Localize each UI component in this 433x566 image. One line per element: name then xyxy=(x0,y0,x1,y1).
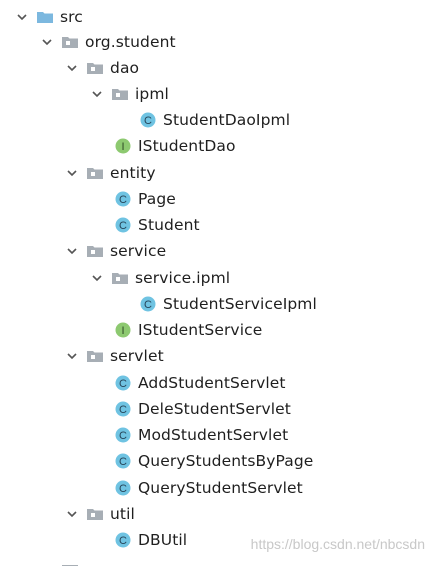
tree-item-label: DBUtil xyxy=(138,531,188,549)
svg-text:I: I xyxy=(121,325,124,337)
package-icon xyxy=(86,59,104,77)
svg-text:C: C xyxy=(119,456,127,468)
tree-item-ipml[interactable]: ipml xyxy=(0,81,433,107)
tree-item-modstudentservlet[interactable]: C ModStudentServlet xyxy=(0,422,433,448)
svg-text:C: C xyxy=(119,430,127,442)
chevron-down-icon[interactable] xyxy=(89,270,105,286)
package-icon xyxy=(61,33,79,51)
package-icon xyxy=(86,242,104,260)
class-icon: C xyxy=(114,400,132,418)
svg-text:C: C xyxy=(119,378,127,390)
svg-text:C: C xyxy=(119,535,127,547)
chevron-down-icon[interactable] xyxy=(89,86,105,102)
tree-item-addstudentservlet[interactable]: C AddStudentServlet xyxy=(0,370,433,396)
tree-item-cutoff xyxy=(32,556,112,566)
tree-item-querystudentservlet[interactable]: C QueryStudentServlet xyxy=(0,475,433,501)
tree-item-label: service xyxy=(110,242,167,260)
interface-icon: I xyxy=(114,321,132,339)
tree-item-label: DeleStudentServlet xyxy=(138,400,291,418)
class-icon: C xyxy=(139,111,157,129)
class-icon: C xyxy=(114,452,132,470)
package-icon xyxy=(111,85,129,103)
tree-item-student[interactable]: C Student xyxy=(0,212,433,238)
tree-item-label: entity xyxy=(110,164,156,182)
tree-item-page[interactable]: C Page xyxy=(0,186,433,212)
class-icon: C xyxy=(114,190,132,208)
svg-text:C: C xyxy=(119,404,127,416)
svg-text:C: C xyxy=(119,194,127,206)
tree-item-util[interactable]: util xyxy=(0,501,433,527)
tree-item-src[interactable]: src xyxy=(0,4,433,30)
tree-item-label: servlet xyxy=(110,347,164,365)
class-icon: C xyxy=(114,479,132,497)
package-icon xyxy=(86,347,104,365)
project-tree: src org.student dao ipml C StudentDaoIpm… xyxy=(0,0,433,566)
package-icon xyxy=(86,164,104,182)
tree-item-label: StudentDaoIpml xyxy=(163,111,291,129)
tree-item-label: dao xyxy=(110,59,140,77)
interface-icon: I xyxy=(114,137,132,155)
tree-item-servlet[interactable]: servlet xyxy=(0,343,433,369)
tree-item-label: service.ipml xyxy=(135,269,231,287)
chevron-down-icon[interactable] xyxy=(64,243,80,259)
chevron-down-icon[interactable] xyxy=(64,165,80,181)
tree-item-label: org.student xyxy=(85,33,176,51)
watermark: https://blog.csdn.net/nbcsdn xyxy=(250,536,425,552)
tree-item-dao[interactable]: dao xyxy=(0,55,433,81)
tree-item-label: util xyxy=(110,505,135,523)
class-icon: C xyxy=(114,426,132,444)
tree-item-org-student[interactable]: org.student xyxy=(0,29,433,55)
svg-text:C: C xyxy=(144,299,152,311)
tree-item-label: ModStudentServlet xyxy=(138,426,289,444)
tree-item-entity[interactable]: entity xyxy=(0,160,433,186)
svg-text:C: C xyxy=(144,115,152,127)
tree-item-studentdaoipml[interactable]: C StudentDaoIpml xyxy=(0,107,433,133)
chevron-down-icon[interactable] xyxy=(64,60,80,76)
chevron-down-icon[interactable] xyxy=(14,9,30,25)
svg-text:C: C xyxy=(119,220,127,232)
package-icon xyxy=(86,505,104,523)
tree-item-label: QueryStudentsByPage xyxy=(138,452,314,470)
tree-item-label: QueryStudentServlet xyxy=(138,479,303,497)
tree-item-label: StudentServiceIpml xyxy=(163,295,317,313)
chevron-down-icon[interactable] xyxy=(64,506,80,522)
tree-item-delestudentservlet[interactable]: C DeleStudentServlet xyxy=(0,396,433,422)
class-icon: C xyxy=(139,295,157,313)
tree-item-label: Page xyxy=(138,190,176,208)
class-icon: C xyxy=(114,374,132,392)
svg-text:I: I xyxy=(121,141,124,153)
chevron-down-icon[interactable] xyxy=(39,34,55,50)
class-icon: C xyxy=(114,531,132,549)
source-folder-icon xyxy=(36,8,54,26)
chevron-down-icon[interactable] xyxy=(64,348,80,364)
tree-item-service-ipml[interactable]: service.ipml xyxy=(0,265,433,291)
tree-item-label: IStudentService xyxy=(138,321,263,339)
tree-item-label: src xyxy=(60,8,83,26)
class-icon: C xyxy=(114,216,132,234)
package-icon xyxy=(111,269,129,287)
tree-item-label: AddStudentServlet xyxy=(138,374,286,392)
tree-item-istudentdao[interactable]: I IStudentDao xyxy=(0,133,433,159)
tree-item-istudentservice[interactable]: I IStudentService xyxy=(0,317,433,343)
tree-item-label: IStudentDao xyxy=(138,137,236,155)
svg-text:C: C xyxy=(119,483,127,495)
tree-item-label: Student xyxy=(138,216,200,234)
tree-item-label: ipml xyxy=(135,85,169,103)
tree-item-service[interactable]: service xyxy=(0,238,433,264)
tree-item-studentserviceipml[interactable]: C StudentServiceIpml xyxy=(0,291,433,317)
tree-item-querystudentsbypage[interactable]: C QueryStudentsByPage xyxy=(0,448,433,474)
